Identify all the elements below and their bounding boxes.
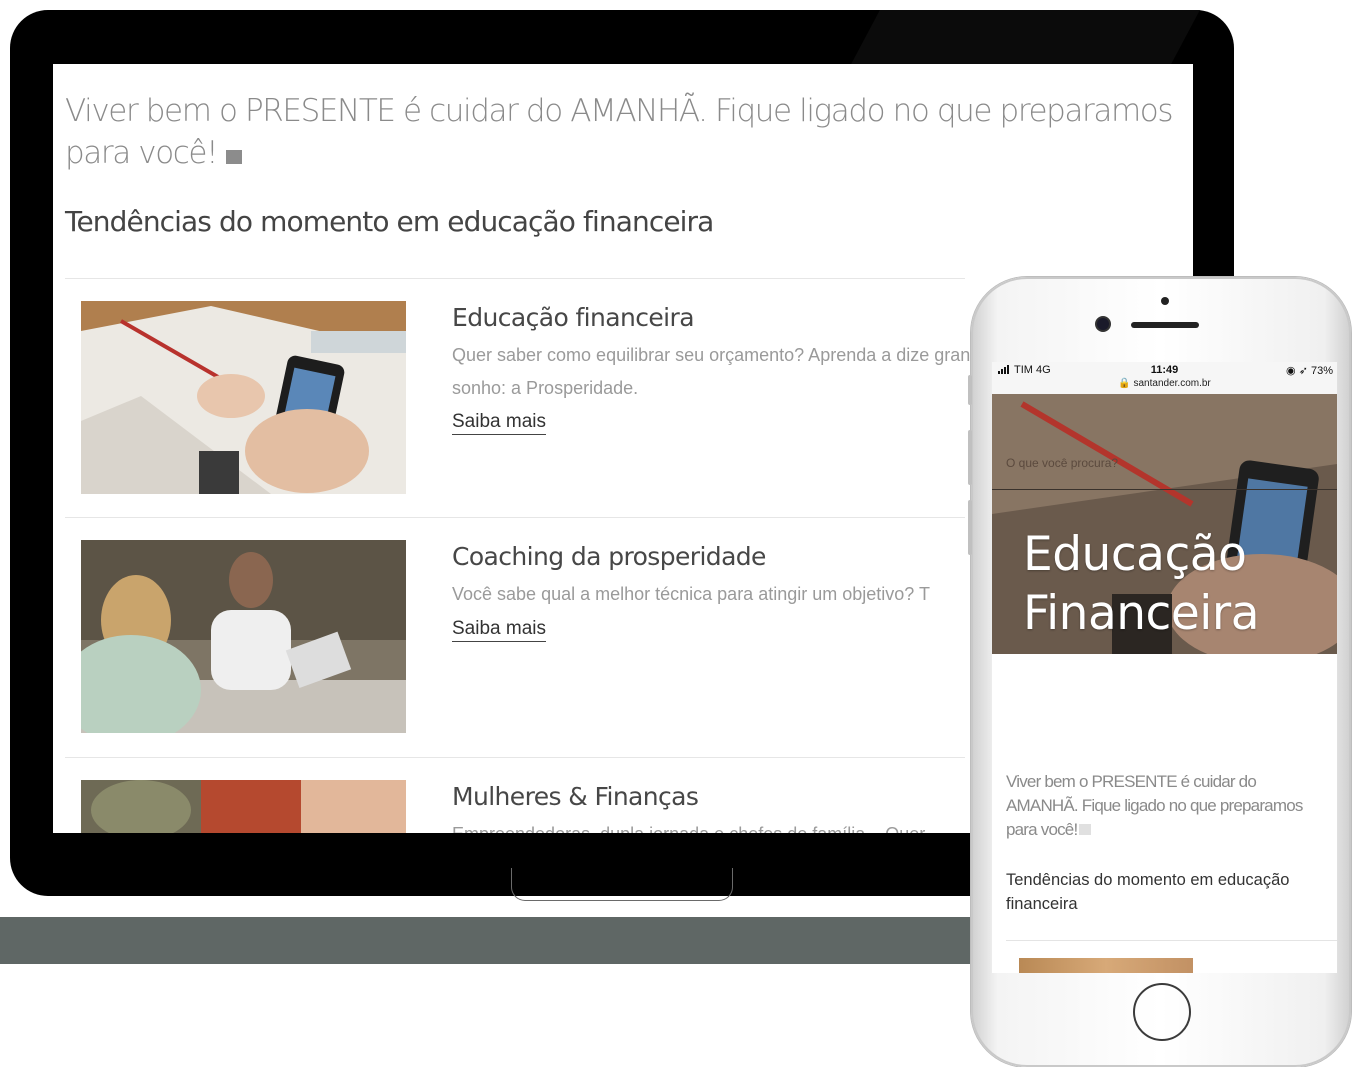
square-icon bbox=[226, 150, 243, 164]
phone-screen: TIM 4G 11:49 ◉ ➶ 73% 🔒 santander.com.br … bbox=[992, 362, 1337, 973]
mute-switch bbox=[968, 375, 972, 405]
article-card: Educação financeira Quer saber como equi… bbox=[65, 278, 990, 518]
article-title[interactable]: Educação financeira bbox=[452, 301, 695, 335]
search-underline bbox=[992, 489, 1337, 490]
article-title[interactable]: Coaching da prosperidade bbox=[452, 540, 766, 574]
bezel-sheen bbox=[850, 10, 1200, 66]
article-card: Coaching da prosperidade Você sabe qual … bbox=[65, 517, 965, 757]
laptop-notch bbox=[511, 868, 733, 901]
earpiece-speaker bbox=[1131, 322, 1199, 328]
hero-tagline: Viver bem o PRESENTE é cuidar do AMANHÃ.… bbox=[65, 90, 1175, 174]
home-button[interactable] bbox=[1133, 983, 1191, 1041]
front-camera bbox=[1097, 318, 1109, 330]
location-arrow-icon: ➶ bbox=[1298, 365, 1308, 377]
laptop-base bbox=[0, 917, 1000, 964]
mobile-tagline: Viver bem o PRESENTE é cuidar do AMANHÃ.… bbox=[1006, 772, 1303, 839]
article-description: Você sabe qual a melhor técnica para ati… bbox=[452, 584, 930, 604]
mobile-section-title: Tendências do momento em educação financ… bbox=[1006, 871, 1290, 913]
volume-up-button bbox=[968, 430, 972, 485]
volume-down-button bbox=[968, 500, 972, 555]
article-description: Empreendedoras, dupla jornada e chefes d… bbox=[452, 818, 1012, 833]
battery-indicator: ◉ ➶ 73% bbox=[1286, 365, 1333, 377]
proximity-sensor bbox=[1161, 297, 1169, 305]
search-input[interactable]: O que você procura? bbox=[1006, 456, 1118, 470]
section-title: Tendências do momento em educação financ… bbox=[65, 205, 714, 238]
saiba-mais-link[interactable]: Saiba mais bbox=[452, 411, 546, 435]
divider bbox=[1006, 940, 1337, 941]
article-image-calculator[interactable] bbox=[81, 301, 406, 494]
mobile-article-thumbnail[interactable] bbox=[1019, 958, 1193, 973]
rotation-lock-icon: ◉ bbox=[1286, 365, 1296, 377]
status-bar: TIM 4G 11:49 ◉ ➶ 73% 🔒 santander.com.br bbox=[992, 362, 1337, 394]
mobile-hero: O que você procura? Educação Financeira bbox=[992, 394, 1337, 654]
saiba-mais-link[interactable]: Saiba mais bbox=[452, 618, 546, 642]
lock-icon: 🔒 bbox=[1118, 378, 1131, 389]
article-title[interactable]: Mulheres & Finanças bbox=[452, 780, 699, 814]
article-image-coaching[interactable] bbox=[81, 540, 406, 733]
hero-title: Educação Financeira bbox=[1023, 527, 1260, 641]
article-image-women[interactable] bbox=[81, 780, 406, 833]
url-bar[interactable]: 🔒 santander.com.br bbox=[992, 378, 1337, 389]
square-icon bbox=[1079, 824, 1092, 835]
article-description: Quer saber como equilibrar seu orçamento… bbox=[452, 345, 991, 398]
article-card: Mulheres & Finanças Empreendedoras, dupl… bbox=[65, 757, 965, 833]
